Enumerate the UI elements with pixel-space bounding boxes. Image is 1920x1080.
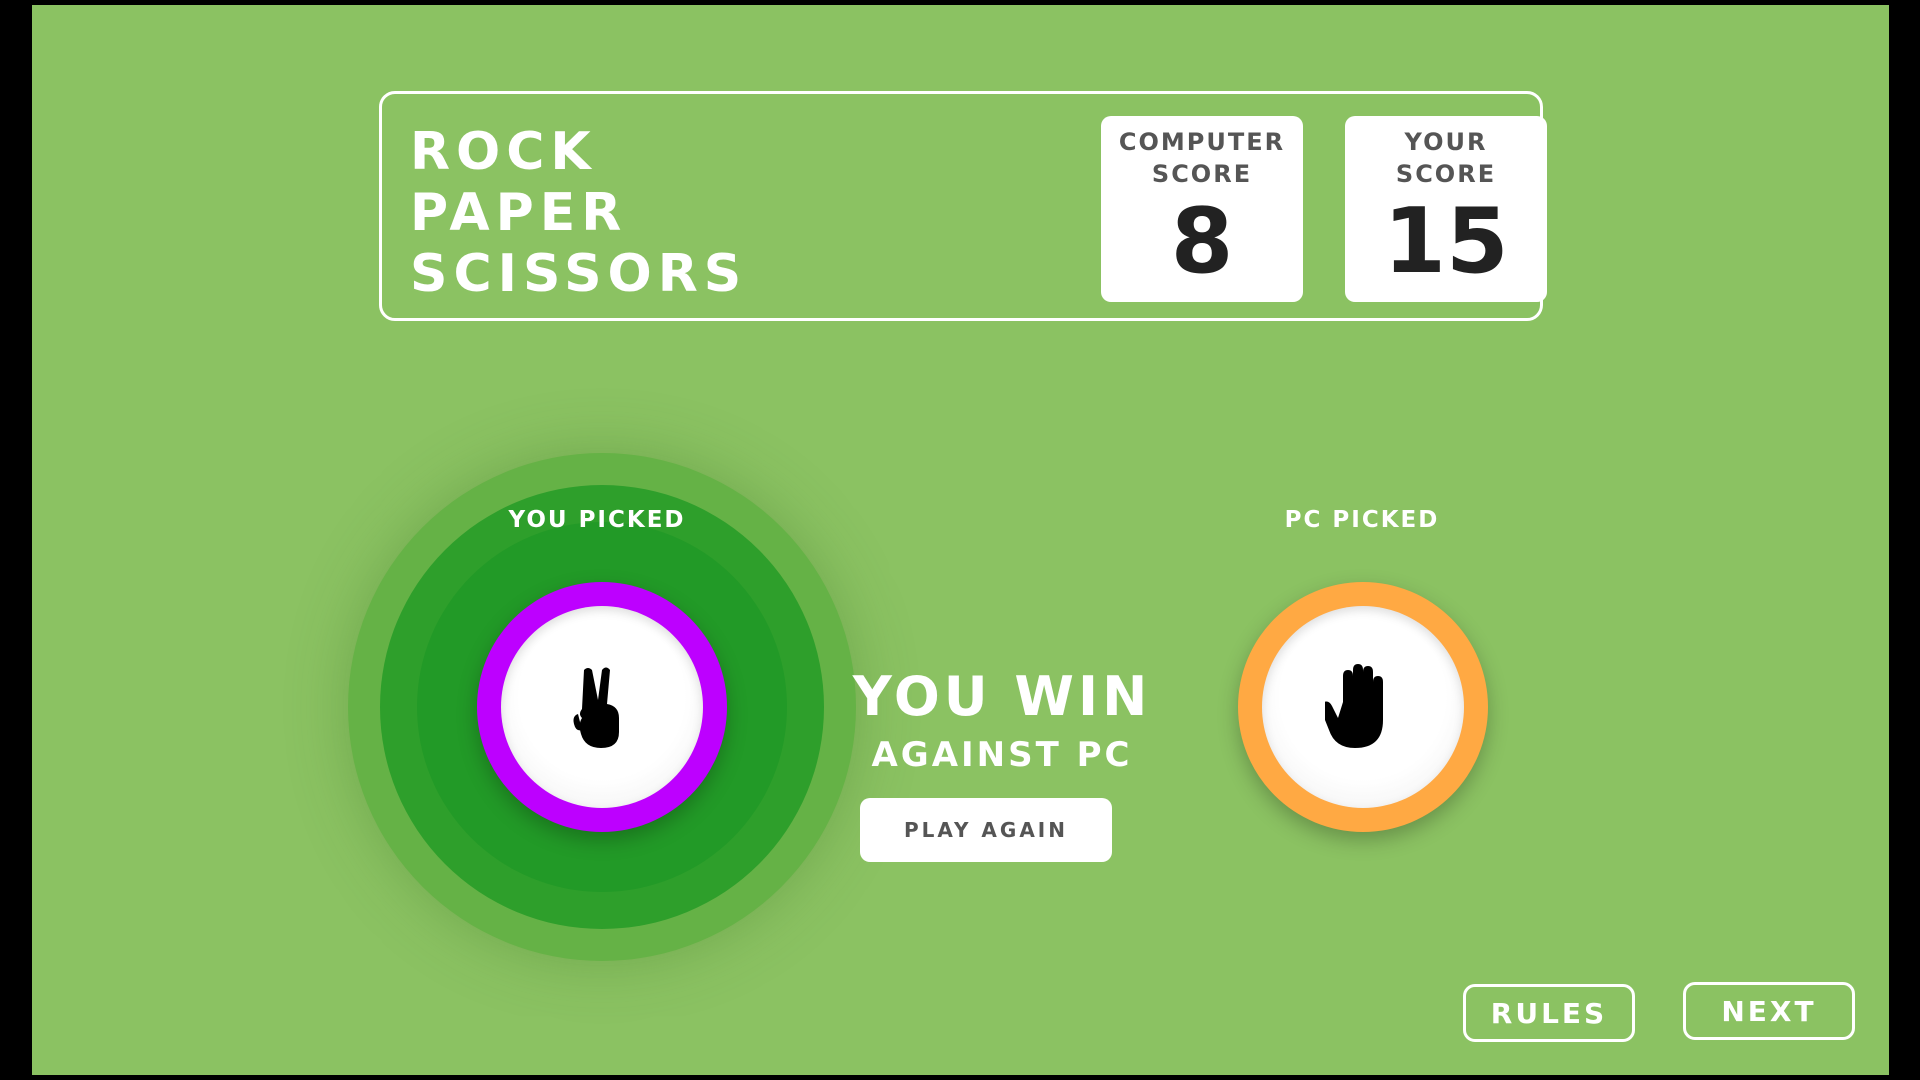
paper-hand-icon <box>1325 664 1383 748</box>
scissors-hand-icon <box>573 667 619 748</box>
your-score-label: YOUR SCORE <box>1395 128 1497 188</box>
you-picked-label: YOU PICKED <box>508 507 686 533</box>
computer-score-label: COMPUTER SCORE <box>1118 128 1286 188</box>
user-choice-token-face <box>501 606 703 808</box>
next-button[interactable]: NEXT <box>1683 982 1855 1040</box>
title-line-paper: PAPER <box>410 183 628 243</box>
result-subtitle: AGAINST PC <box>871 735 1133 775</box>
play-again-button[interactable]: PLAY AGAIN <box>860 798 1112 862</box>
user-choice-token <box>477 582 727 832</box>
computer-score-card: COMPUTER SCORE 8 <box>1101 116 1303 302</box>
title-line-scissors: SCISSORS <box>410 244 748 304</box>
rules-button[interactable]: RULES <box>1463 984 1635 1042</box>
score-header: ROCK PAPER SCISSORS COMPUTER SCORE 8 YOU… <box>379 91 1547 321</box>
result-title: YOU WIN <box>852 665 1152 728</box>
title-line-rock: ROCK <box>410 122 597 182</box>
your-score-value: 15 <box>1383 189 1509 294</box>
pc-picked-label: PC PICKED <box>1284 507 1440 533</box>
your-score-card: YOUR SCORE 15 <box>1345 116 1547 302</box>
computer-score-value: 8 <box>1170 189 1234 294</box>
pc-choice-token-face <box>1262 606 1464 808</box>
game-title: ROCK PAPER SCISSORS <box>410 122 747 305</box>
game-screen: ROCK PAPER SCISSORS COMPUTER SCORE 8 YOU… <box>32 5 1889 1075</box>
pc-choice-token <box>1238 582 1488 832</box>
